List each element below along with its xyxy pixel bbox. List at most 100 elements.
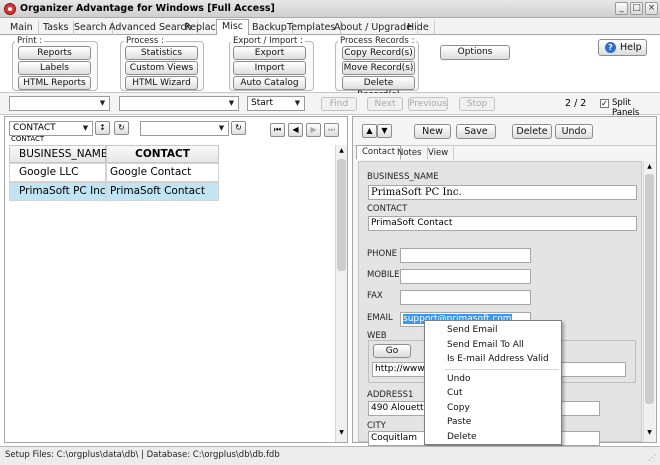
mobile-field[interactable] [400,269,531,284]
import-button[interactable]: Import [233,61,306,75]
form-tab-view[interactable]: View [422,146,455,160]
scrollbar-thumb[interactable] [645,174,654,404]
search-toolbar: ▼ ▼ Start ▼ Find Next Previous Stop 2 / … [0,93,660,118]
html-reports-button[interactable]: HTML Reports [18,76,91,90]
auto-catalog-button[interactable]: Auto Catalog [233,76,306,90]
move-down-button[interactable]: ▼ [377,124,392,138]
menu-item-send-email-to-all[interactable]: Send Email To All [447,340,524,350]
tab-main[interactable]: Main [4,20,39,35]
menu-item-copy[interactable]: Copy [447,403,470,413]
chevron-down-icon: ▼ [99,99,106,107]
custom-views-button[interactable]: Custom Views [125,61,198,75]
undo-button[interactable]: Undo [555,124,593,139]
next-button[interactable]: Next [367,97,403,111]
html-wizard-button[interactable]: HTML Wizard [125,76,198,90]
print-group-title: Print : [15,36,45,46]
split-panels-checkbox[interactable]: ✓ [600,99,609,108]
last-record-button[interactable]: ⏭ [324,123,339,137]
menu-item-send-email[interactable]: Send Email [447,325,498,335]
phone-field[interactable] [400,248,531,263]
first-record-icon: ⏮ [273,125,282,134]
refresh-icon: ↻ [235,123,242,132]
search-field-combo[interactable]: ▼ [9,96,110,111]
statistics-button[interactable]: Statistics [125,46,198,60]
filter-refresh-button[interactable]: ↻ [231,121,246,135]
next-record-icon: ▶ [310,125,317,134]
split-panels-label: Split Panels [612,98,640,118]
menu-item-delete[interactable]: Delete [447,432,477,442]
chevron-down-icon: ▼ [82,124,89,132]
main-tab-bar: Main Tasks Search Advanced Search Replac… [0,18,660,36]
export-button[interactable]: Export [233,46,306,60]
next-record-button[interactable]: ▶ [306,123,321,137]
status-bar: Setup Files: C:\orgplus\data\db\ | Datab… [0,446,660,465]
business-name-label: BUSINESS_NAME [367,172,439,182]
menu-separator [445,369,559,370]
resize-grip-icon[interactable]: ⋰ [648,453,656,462]
cell-contact[interactable]: Google Contact [106,163,219,182]
city-label: CITY [367,421,386,431]
column-header-contact[interactable]: CONTACT [106,145,219,163]
grid-scrollbar[interactable]: ▲ ▼ [335,145,347,442]
new-button[interactable]: New [414,124,451,139]
process-records-group-title: Process Records : [338,36,417,46]
email-context-menu: Send Email Send Email To All Is E-mail A… [424,320,562,445]
menu-item-cut[interactable]: Cut [447,388,463,398]
maximize-button[interactable]: □ [630,2,643,15]
scroll-down-icon[interactable]: ▼ [645,429,654,439]
search-condition-combo[interactable]: ▼ [119,96,239,111]
process-group-title: Process : [124,36,166,46]
cell-business-name[interactable]: Google LLC [9,163,106,182]
help-icon: ? [605,42,616,53]
find-button[interactable]: Find [321,97,357,111]
fax-field[interactable] [400,290,531,305]
menu-item-undo[interactable]: Undo [447,374,471,384]
ribbon-panel: Print : Reports Labels HTML Reports Proc… [0,35,660,100]
chevron-down-icon: ▼ [228,99,235,107]
form-scrollbar[interactable]: ▲ ▼ [643,161,655,442]
refresh-button[interactable]: ↻ [114,121,129,135]
search-start-combo[interactable]: Start ▼ [247,96,305,111]
column-header-business-name[interactable]: BUSINESS_NAME [9,145,107,163]
close-button[interactable]: × [645,2,658,15]
scroll-down-icon[interactable]: ▼ [337,429,346,439]
options-button[interactable]: Options [440,45,510,60]
contact-field[interactable]: PrimaSoft Contact [368,216,637,231]
first-record-button[interactable]: ⏮ [270,123,285,137]
records-grid-pane: CONTACT ▼ CONTACT ↕ ↻ ▼ ↻ ⏮ ◀ ▶ ⏭ BUSINE… [4,116,348,443]
refresh-icon: ↻ [118,123,125,132]
contact-label: CONTACT [367,204,408,214]
tab-hide[interactable]: Hide [401,20,435,35]
reports-button[interactable]: Reports [18,46,91,60]
move-up-button[interactable]: ▲ [362,124,377,138]
cell-contact[interactable]: PrimaSoft Contact [106,182,219,201]
delete-records-button[interactable]: Delete Record(s) [342,76,415,100]
labels-button[interactable]: Labels [18,61,91,75]
scroll-up-icon[interactable]: ▲ [337,147,346,157]
go-button[interactable]: Go [373,344,411,358]
menu-item-paste[interactable]: Paste [447,417,471,427]
phone-label: PHONE [367,249,397,259]
help-button[interactable]: ? Help [598,39,647,56]
tab-misc[interactable]: Misc [216,19,250,36]
scrollbar-thumb[interactable] [337,159,346,271]
help-label: Help [620,42,642,53]
filter-combo[interactable]: ▼ [140,121,229,136]
prev-record-button[interactable]: ◀ [288,123,303,137]
scroll-up-icon[interactable]: ▲ [645,163,654,173]
move-records-button[interactable]: Move Record(s) [342,61,415,75]
chevron-down-icon: ▼ [294,99,301,107]
save-button[interactable]: Save [456,124,496,139]
menu-item-validate-email[interactable]: Is E-mail Address Valid [447,354,549,364]
copy-records-button[interactable]: Copy Record(s) [342,46,415,60]
sort-field-combo[interactable]: CONTACT ▼ [9,121,93,136]
delete-button[interactable]: Delete [512,124,552,139]
stop-button[interactable]: Stop [459,97,495,111]
sort-order-button[interactable]: ↕ [95,121,110,135]
window-title: Organizer Advantage for Windows [Full Ac… [20,3,275,14]
minimize-button[interactable]: _ [615,2,628,15]
app-logo-icon [4,3,16,15]
business-name-field[interactable]: PrimaSoft PC Inc. [368,185,637,200]
previous-button[interactable]: Previous [408,97,448,111]
cell-business-name[interactable]: PrimaSoft PC Inc. [9,182,106,201]
